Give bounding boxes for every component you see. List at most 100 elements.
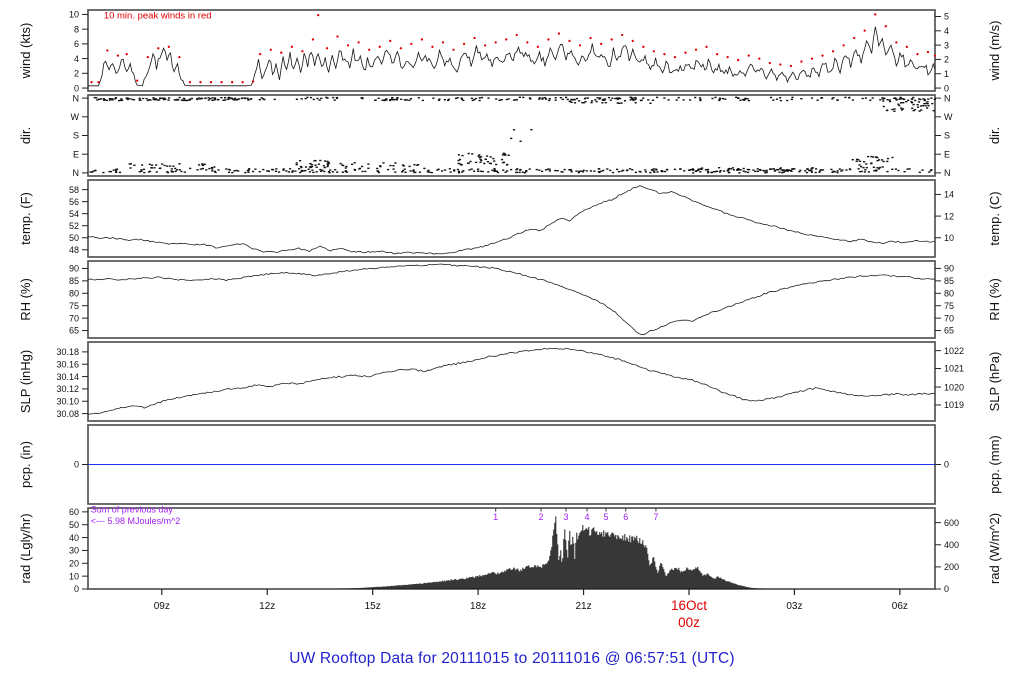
wind-peak-dots xyxy=(90,13,937,84)
dir-ylabel-left: dir. xyxy=(18,127,33,144)
rad-milestone-label: 4 xyxy=(585,512,590,522)
wind-ytick-left: 2 xyxy=(74,69,79,79)
slp-ytick-left: 30.10 xyxy=(56,396,79,406)
rh-ytick-right: 90 xyxy=(944,264,954,274)
wind-frame xyxy=(87,9,936,92)
wind-ytick-left: 6 xyxy=(74,39,79,49)
dir-ytick-right: E xyxy=(944,149,950,159)
dir-frame xyxy=(87,94,936,177)
rad-milestone-label: 3 xyxy=(563,512,568,522)
temp-ytick-left: 48 xyxy=(69,245,79,255)
temp-ytick-left: 52 xyxy=(69,221,79,231)
wind-ytick-left: 4 xyxy=(74,54,79,64)
rad-milestone-label: 7 xyxy=(653,512,658,522)
slp-ytick-left: 30.14 xyxy=(56,372,79,382)
wind-ytick-right: 2 xyxy=(944,55,949,65)
xtick-label: 12z xyxy=(259,601,275,612)
wind-trace xyxy=(88,26,936,87)
rad-ytick-left: 60 xyxy=(69,507,79,517)
temp-ytick-right: 10 xyxy=(944,233,954,243)
panel-pcp: 0 0 pcp. (in) pcp. (mm) xyxy=(18,424,1002,505)
wind-ylabel-left: wind (kts) xyxy=(18,23,33,80)
slp-frame xyxy=(87,341,936,422)
figure-title: UW Rooftop Data for 20111015 to 20111016… xyxy=(289,650,735,667)
temp-ylabel-left: temp. (F) xyxy=(18,192,33,245)
rad-ytick-left: 0 xyxy=(74,584,79,594)
rad-milestone-label: 1 xyxy=(493,512,498,522)
xtick-label: 15z xyxy=(365,601,381,612)
panel-temp: 48 50 52 54 56 58 10 12 14 temp. (F) temp. (C) xyxy=(18,179,1002,258)
pcp-ytick-right: 0 xyxy=(944,460,949,470)
rh-ytick-right: 75 xyxy=(944,301,954,311)
dir-ytick-right: N xyxy=(944,93,951,103)
temp-frame xyxy=(87,179,936,258)
rad-ytick-left: 50 xyxy=(69,520,79,530)
wind-ytick-right: 4 xyxy=(944,26,949,36)
wind-annotation: 10 min. peak winds in red xyxy=(104,10,212,21)
slp-ytick-right: 1019 xyxy=(944,400,964,410)
dir-ytick-right: S xyxy=(944,131,950,141)
slp-ytick-left: 30.16 xyxy=(56,359,79,369)
xtick-label: 06z xyxy=(892,601,908,612)
wind-ytick-right: 5 xyxy=(944,12,949,22)
dir-ytick-left: S xyxy=(73,131,79,141)
xtick-label-date2: 00z xyxy=(678,615,700,630)
panel-wind: 0 2 4 6 8 10 0 1 2 3 4 5 wind (kts) wind (m/s) 10 min.… xyxy=(18,9,1002,93)
panel-dir: NESWNNESWNdir. dir. xyxy=(18,93,1002,178)
slp-ytick-right: 1020 xyxy=(944,382,964,392)
rad-ytick-right: 200 xyxy=(944,562,959,572)
wind-ytick-right: 0 xyxy=(944,83,949,93)
rad-area xyxy=(336,516,766,589)
meteogram-figure: 0 2 4 6 8 10 0 1 2 3 4 5 wind (kts) wind (m/s) 10 min.… xyxy=(0,0,1024,700)
xtick-label: 03z xyxy=(786,601,802,612)
rh-ytick-left: 85 xyxy=(69,276,79,286)
rad-ytick-right: 0 xyxy=(944,584,949,594)
temp-ytick-right: 14 xyxy=(944,190,954,200)
dir-ytick-right: W xyxy=(944,112,953,122)
slp-ytick-right: 1021 xyxy=(944,364,964,374)
xtick-label: 18z xyxy=(470,601,486,612)
dir-ylabel-right: dir. xyxy=(987,127,1002,144)
rad-ylabel-left: rad (Lgly/hr) xyxy=(18,513,33,583)
wind-ytick-left: 8 xyxy=(74,24,79,34)
temp-ytick-left: 56 xyxy=(69,197,79,207)
dir-ytick-left: N xyxy=(73,93,80,103)
rh-ylabel-left: RH (%) xyxy=(18,278,33,321)
dir-ytick-left: E xyxy=(73,149,79,159)
slp-ytick-left: 30.18 xyxy=(56,347,79,357)
x-axis: 09z 12z 15z 18z 21z 16Oct 00z 03z 06z xyxy=(154,589,908,630)
xtick-label-date: 16Oct xyxy=(671,598,707,613)
panel-rh: 65 70 75 80 85 90 65 70 75 80 85 90 RH (%) RH (%) xyxy=(18,260,1002,339)
pcp-ytick-left: 0 xyxy=(74,460,79,470)
rh-ytick-left: 90 xyxy=(69,264,79,274)
xtick-label: 09z xyxy=(154,601,170,612)
dir-scatter xyxy=(89,96,936,174)
slp-trace xyxy=(87,347,936,416)
rh-ytick-left: 75 xyxy=(69,301,79,311)
meteogram-svg: 0246810012345wind (kts) wind (m/s)10 min.… xyxy=(18,9,1002,630)
temp-ytick-left: 54 xyxy=(69,209,79,219)
panel-slp: 30.08 30.10 30.12 30.14 30.16 30.18 1019 1020 10… xyxy=(18,341,1002,422)
rh-trace xyxy=(87,263,936,336)
rad-milestone-label: 6 xyxy=(623,512,628,522)
pcp-ylabel-left: pcp. (in) xyxy=(18,441,33,488)
rad-annotation: Sum of previous day xyxy=(91,505,174,515)
panel-rad: 01020304050600200400600rad (Lgly/hr) rad … xyxy=(18,505,1002,595)
rad-milestone-label: 5 xyxy=(604,512,609,522)
wind-ytick-left: 10 xyxy=(69,10,79,20)
slp-ylabel-left: SLP (inHg) xyxy=(18,350,33,413)
rh-frame xyxy=(87,260,936,339)
rad-ytick-right: 600 xyxy=(944,518,959,528)
dir-ytick-left: N xyxy=(73,168,80,178)
dir-ytick-left: W xyxy=(71,112,80,122)
slp-ytick-right: 1022 xyxy=(944,346,964,356)
rad-ytick-left: 20 xyxy=(69,558,79,568)
slp-ytick-left: 30.12 xyxy=(56,384,79,394)
rad-annotation: <--- 5.98 MJoules/m^2 xyxy=(91,516,181,526)
rh-ytick-left: 70 xyxy=(69,313,79,323)
wind-ytick-left: 0 xyxy=(74,83,79,93)
temp-ytick-left: 58 xyxy=(69,185,79,195)
dir-ytick-right: N xyxy=(944,168,951,178)
temp-ylabel-right: temp. (C) xyxy=(987,191,1002,245)
rad-ytick-left: 10 xyxy=(69,571,79,581)
